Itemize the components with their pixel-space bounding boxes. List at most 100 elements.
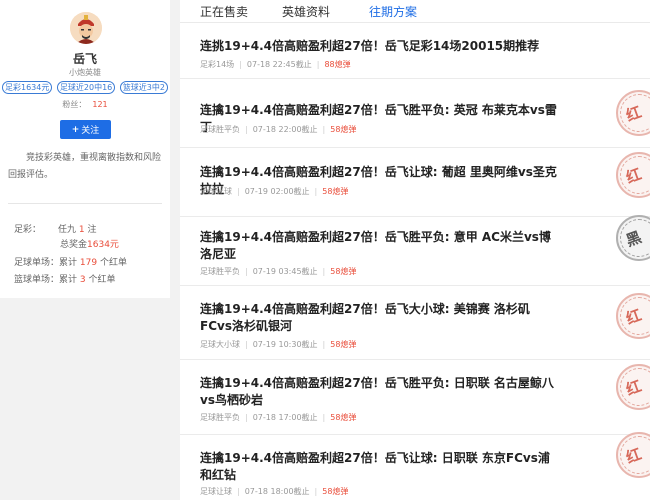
article-price: 58熄弹 xyxy=(322,187,349,196)
tab-on-sale[interactable]: 正在售卖 xyxy=(200,3,248,20)
article-deadline: 07-18 18:00截止 xyxy=(244,487,310,496)
stat-total-prize: 总奖金1634元 xyxy=(60,237,119,250)
badge-basketball-record[interactable]: 篮球近3中2 xyxy=(119,81,168,94)
meta-separator: | xyxy=(322,125,326,134)
article-meta: 足彩14场 | 07-18 22:45截止 | 88熄弹 xyxy=(200,59,351,70)
badge-football-lottery[interactable]: 足彩1634元 xyxy=(2,81,53,94)
meta-separator: | xyxy=(314,487,318,496)
stat-number: 1 xyxy=(78,225,85,235)
result-red-stamp-icon: 红 xyxy=(616,152,650,198)
stat-text: 累计 xyxy=(59,275,78,285)
article-price: 58熄弹 xyxy=(330,340,357,349)
article-category: 足球大小球 xyxy=(200,340,240,349)
stat-label: 足彩： xyxy=(14,225,42,235)
meta-separator: | xyxy=(322,267,326,276)
stat-text: 累计 xyxy=(59,258,78,268)
meta-separator: | xyxy=(245,340,248,349)
fans-number: 121 xyxy=(92,100,108,109)
tab-bar: 正在售卖 英雄资料 往期方案 xyxy=(180,0,650,23)
follow-label: 关注 xyxy=(81,126,100,136)
badge-list: 足彩1634元 足球近20中16 篮球近3中2 xyxy=(2,81,168,94)
article-category: 足球让球 xyxy=(200,487,232,496)
article-title[interactable]: 连擒19+4.4倍高赔盈利超27倍！岳飞胜平负: 意甲 AC米兰vs博洛尼亚 xyxy=(200,229,560,263)
article-item[interactable]: 连擒19+4.4倍高赔盈利超27倍！岳飞胜平负: 英冠 布莱克本vs雷丁 足球胜… xyxy=(180,79,650,148)
user-bio: 竞技彩英雄，重视离散指数和风险回报评估。 xyxy=(8,153,162,180)
article-title[interactable]: 连擒19+4.4倍高赔盈利超27倍！岳飞大小球: 美锦赛 洛杉矶FCvs洛杉矶银… xyxy=(200,301,560,335)
main-panel: 正在售卖 英雄资料 往期方案 连挑19+4.4倍高赔盈利超27倍！岳飞足彩14场… xyxy=(180,0,650,500)
stat-text: 个红单 xyxy=(99,258,127,268)
article-meta: 足球胜平负 | 07-18 22:00截止 | 58熄弹 xyxy=(200,124,356,135)
result-red-stamp-icon: 红 xyxy=(616,293,650,339)
follow-button[interactable]: + 关注 xyxy=(60,120,111,139)
article-price: 58熄弹 xyxy=(330,267,357,276)
article-price: 88熄弹 xyxy=(324,60,351,69)
stat-text: 任九 xyxy=(58,225,77,235)
article-deadline: 07-18 22:00截止 xyxy=(252,125,318,134)
profile-card: 岳飞 小炮英雄 足彩1634元 足球近20中16 篮球近3中2 粉丝： 121 +… xyxy=(0,0,170,298)
article-meta: 足球让球 | 07-19 02:00截止 | 58熄弹 xyxy=(200,186,348,197)
article-meta: 足球大小球 | 07-19 10:30截止 | 58熄弹 xyxy=(200,339,356,350)
stat-football-lottery: 足彩： 任九 1 注 xyxy=(14,222,97,235)
meta-separator: | xyxy=(245,125,248,134)
stat-amount: 1634元 xyxy=(87,240,119,250)
stat-label: 足球单场： xyxy=(14,258,60,268)
article-item[interactable]: 连挑19+4.4倍高赔盈利超27倍！岳飞足彩14场20015期推荐 足彩14场 |… xyxy=(180,24,650,79)
article-meta: 足球胜平负 | 07-18 17:00截止 | 58熄弹 xyxy=(200,412,356,423)
article-item[interactable]: 连擒19+4.4倍高赔盈利超27倍！岳飞大小球: 美锦赛 洛杉矶FCvs洛杉矶银… xyxy=(180,286,650,360)
article-meta: 足球胜平负 | 07-19 03:45截止 | 58熄弹 xyxy=(200,266,356,277)
article-category: 足彩14场 xyxy=(200,60,235,69)
article-category: 足球让球 xyxy=(200,187,232,196)
article-title[interactable]: 连挑19+4.4倍高赔盈利超27倍！岳飞足彩14场20015期推荐 xyxy=(200,38,560,55)
username: 岳飞 xyxy=(72,52,97,66)
article-deadline: 07-18 22:45截止 xyxy=(246,60,312,69)
result-red-stamp-icon: 红 xyxy=(616,90,650,136)
tab-hero-profile[interactable]: 英雄资料 xyxy=(282,3,330,20)
article-category: 足球胜平负 xyxy=(200,413,240,422)
stat-text: 个红单 xyxy=(88,275,116,285)
meta-separator: | xyxy=(322,340,326,349)
user-level: 小炮英雄 xyxy=(69,68,101,77)
divider xyxy=(8,203,162,204)
article-title[interactable]: 连擒19+4.4倍高赔盈利超27倍！岳飞胜平负: 日职联 名古屋鲸八vs鸟栖砂岩 xyxy=(200,375,560,409)
article-category: 足球胜平负 xyxy=(200,125,240,134)
article-deadline: 07-19 03:45截止 xyxy=(252,267,318,276)
meta-separator: | xyxy=(237,187,240,196)
article-category: 足球胜平负 xyxy=(200,267,240,276)
stat-basketball-single: 篮球单场：累计 3 个红单 xyxy=(14,272,116,285)
meta-separator: | xyxy=(316,60,320,69)
badge-football-record[interactable]: 足球近20中16 xyxy=(56,81,116,94)
fans-label: 粉丝： xyxy=(62,100,87,109)
plus-icon: + xyxy=(71,124,80,135)
result-red-stamp-icon: 红 xyxy=(616,432,650,478)
article-price: 58熄弹 xyxy=(330,413,357,422)
result-black-stamp-icon: 黑 xyxy=(616,215,650,261)
stat-number: 3 xyxy=(79,275,86,285)
meta-separator: | xyxy=(245,267,248,276)
avatar[interactable] xyxy=(70,12,102,44)
avatar-warrior-icon xyxy=(70,12,102,44)
meta-separator: | xyxy=(239,60,242,69)
result-red-stamp-icon: 红 xyxy=(616,364,650,410)
stat-label: 篮球单场： xyxy=(14,275,60,285)
article-deadline: 07-18 17:00截止 xyxy=(252,413,318,422)
article-price: 58熄弹 xyxy=(322,487,349,496)
stat-text: 总奖金 xyxy=(60,240,88,250)
stat-football-single: 足球单场：累计 179 个红单 xyxy=(14,255,127,268)
article-item[interactable]: 连擒19+4.4倍高赔盈利超27倍！岳飞胜平负: 意甲 AC米兰vs博洛尼亚 足… xyxy=(180,215,650,286)
article-meta: 足球让球 | 07-18 18:00截止 | 58熄弹 xyxy=(200,486,348,497)
article-price: 58熄弹 xyxy=(330,125,357,134)
meta-separator: | xyxy=(314,187,318,196)
meta-separator: | xyxy=(237,487,240,496)
meta-separator: | xyxy=(322,413,326,422)
article-item[interactable]: 连擒19+4.4倍高赔盈利超27倍！岳飞让球: 葡超 里奥阿维vs圣克拉拉 足球… xyxy=(180,148,650,217)
stat-number: 179 xyxy=(79,258,98,268)
meta-separator: | xyxy=(245,413,248,422)
stat-text: 注 xyxy=(87,225,97,235)
article-item[interactable]: 连擒19+4.4倍高赔盈利超27倍！岳飞胜平负: 日职联 名古屋鲸八vs鸟栖砂岩… xyxy=(180,360,650,435)
article-deadline: 07-19 10:30截止 xyxy=(252,340,318,349)
fans-count: 粉丝： 121 xyxy=(0,99,170,110)
tab-past-plans[interactable]: 往期方案 xyxy=(369,3,417,20)
article-item[interactable]: 连擒19+4.4倍高赔盈利超27倍！岳飞让球: 日职联 东京FCvs浦和红钻 足… xyxy=(180,432,650,500)
article-deadline: 07-19 02:00截止 xyxy=(244,187,310,196)
article-title[interactable]: 连擒19+4.4倍高赔盈利超27倍！岳飞让球: 日职联 东京FCvs浦和红钻 xyxy=(200,450,560,484)
